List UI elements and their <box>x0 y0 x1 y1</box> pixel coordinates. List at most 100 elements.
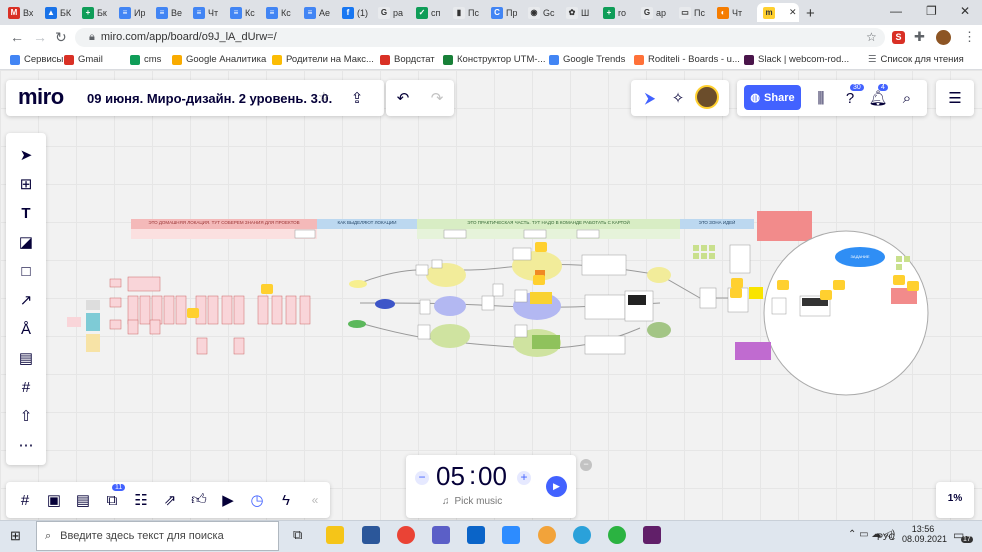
comment-icon[interactable] <box>907 281 919 291</box>
bookmark-item[interactable]: Gmail <box>64 54 103 65</box>
browser-tab[interactable]: ▭ Пс <box>679 3 705 22</box>
reactions-icon[interactable]: 👍︎ <box>188 489 210 511</box>
timer-minutes[interactable]: 05 <box>436 461 465 492</box>
teams-icon[interactable] <box>432 526 450 544</box>
back-icon[interactable]: ← <box>10 29 24 45</box>
bookmark-item[interactable]: Конструктор UTM-... <box>443 54 545 65</box>
bookmark-item[interactable]: Вордстат <box>380 54 435 65</box>
close-window-icon[interactable]: ✕ <box>960 4 970 18</box>
minimize-icon[interactable]: — <box>890 4 902 18</box>
chat-apps-icon[interactable]: ⧉ <box>101 489 123 511</box>
taskbar-search[interactable]: ⌕ Введите здесь текст для поиска <box>36 521 279 551</box>
presentation-icon[interactable]: ▣ <box>43 489 65 511</box>
help-icon[interactable]: ? <box>840 88 860 108</box>
browser-tab[interactable]: C Пр <box>491 3 517 22</box>
browser-tab[interactable]: ≡ Кс <box>266 3 291 22</box>
chrome-icon[interactable] <box>397 526 415 544</box>
browser-tab[interactable]: f (1) <box>342 3 368 22</box>
collapse-icon[interactable]: « <box>304 489 326 511</box>
comment-icon[interactable] <box>261 284 273 294</box>
celebrate-icon[interactable]: ✧ <box>668 88 688 108</box>
browser-tab[interactable]: M Вх <box>8 3 33 22</box>
browser-tab[interactable]: ◐ Чт <box>717 3 742 22</box>
voting-icon[interactable]: ϟ <box>275 489 297 511</box>
taskbar-clock[interactable]: 13:56 08.09.2021 <box>902 524 947 544</box>
comment-tool-icon[interactable]: ▤ <box>14 346 38 370</box>
pick-music[interactable]: ♫ Pick music <box>442 496 502 507</box>
slack-icon[interactable] <box>643 526 661 544</box>
timer-minus-button[interactable]: − <box>415 471 429 485</box>
browser-tab[interactable]: ≡ Ир <box>119 3 145 22</box>
video-call-icon[interactable]: ▶ <box>217 489 239 511</box>
comment-icon[interactable] <box>730 288 742 298</box>
user-avatar[interactable] <box>695 85 719 109</box>
telegram-icon[interactable] <box>573 526 591 544</box>
comment-icon[interactable] <box>820 290 832 300</box>
timer-start-button[interactable]: ▶ <box>546 476 567 497</box>
more-tools-icon[interactable]: ⋯ <box>14 433 38 457</box>
frame-tool-icon[interactable]: # <box>14 375 38 399</box>
timer-plus-button[interactable]: + <box>517 471 531 485</box>
file-explorer-icon[interactable] <box>326 526 344 544</box>
redo-icon[interactable]: ↷ <box>426 87 448 109</box>
browser-tab[interactable]: ≡ Чт <box>193 3 218 22</box>
browser-menu-icon[interactable]: ⋮ <box>963 29 976 45</box>
share-button[interactable]: ◍ Share <box>744 85 801 110</box>
bookmark-item[interactable]: Сервисы <box>10 54 63 65</box>
frames-icon[interactable]: # <box>14 489 36 511</box>
notification-bell-icon[interactable]: 🔔︎ <box>868 88 888 108</box>
browser-tab[interactable]: Gар <box>641 3 666 22</box>
comment-icon[interactable] <box>833 280 845 290</box>
timer-icon[interactable]: ◷ <box>246 489 268 511</box>
comment-icon[interactable] <box>187 308 199 318</box>
select-cursor-icon[interactable]: ➤ <box>14 143 38 167</box>
comment-icon[interactable] <box>893 275 905 285</box>
browser-tab[interactable]: + ro <box>603 3 626 22</box>
forward-icon[interactable]: → <box>33 29 47 45</box>
bookmark-item[interactable]: Google Trends <box>549 54 625 65</box>
comment-icon[interactable] <box>533 275 545 285</box>
board-title[interactable]: 09 июня. Миро-дизайн. 2 уровень. 3.0. <box>87 91 332 106</box>
comment-icon[interactable] <box>535 242 547 252</box>
favorite-star-icon[interactable]: ☆ <box>318 89 330 105</box>
browser-tab[interactable]: ✓ сп <box>416 3 440 22</box>
browser-tab[interactable]: ≡ Ае <box>304 3 330 22</box>
word-icon[interactable] <box>362 526 380 544</box>
undo-icon[interactable]: ↶ <box>392 87 414 109</box>
pen-tool-icon[interactable]: Å <box>14 317 38 341</box>
sticky-note-icon[interactable]: ◪ <box>14 230 38 254</box>
tab-close-icon[interactable]: ✕ <box>789 7 797 18</box>
extension-s-icon[interactable]: S <box>892 31 905 44</box>
bookmark-item[interactable]: cms <box>130 54 161 65</box>
bookmark-item[interactable]: Slack | webcom-rod... <box>744 54 849 65</box>
browser-tab[interactable]: ▮ Пс <box>453 3 479 22</box>
windows-start-icon[interactable]: ⊞ <box>10 528 21 544</box>
miro-logo[interactable]: miro <box>18 84 64 110</box>
bookmark-item[interactable]: Roditeli - Boards - u... <box>634 54 740 65</box>
keyboard-lang[interactable]: РУС <box>877 532 895 542</box>
browser-tab[interactable]: Gра <box>378 3 403 22</box>
bookmark-item[interactable]: Родители на Макс... <box>272 54 374 65</box>
browser-tab[interactable]: ≡ Кс <box>230 3 255 22</box>
export-upload-icon[interactable]: ⇪ <box>346 87 368 109</box>
profile-avatar[interactable] <box>936 30 951 45</box>
app-icon[interactable] <box>538 526 556 544</box>
share-screen-icon[interactable]: ⇗ <box>159 489 181 511</box>
cards-icon[interactable]: ☷ <box>130 489 152 511</box>
address-bar[interactable]: 🔒︎ miro.com/app/board/o9J_lA_dUrw=/ <box>75 28 885 47</box>
browser-tab[interactable]: + Бк <box>82 3 107 22</box>
shape-tool-icon[interactable]: □ <box>14 259 38 283</box>
whatsapp-icon[interactable] <box>608 526 626 544</box>
templates-icon[interactable]: ⊞ <box>14 172 38 196</box>
board-canvas[interactable]: ЭТО ДОМАШНЯЯ ЛОКАЦИЯ. ТУТ СОБЕРЕМ ЗНАНИЯ… <box>0 70 982 520</box>
browser-tab[interactable]: ▲ БК <box>45 3 71 22</box>
comment-icon[interactable] <box>777 280 789 290</box>
cursor-follow-icon[interactable]: ⮞ <box>640 88 660 108</box>
connector-arrow-icon[interactable]: ↗ <box>14 288 38 312</box>
outlook-icon[interactable] <box>467 526 485 544</box>
upload-icon[interactable]: ⇧ <box>14 404 38 428</box>
extensions-puzzle-icon[interactable]: ✚ <box>914 29 925 45</box>
bookmark-item[interactable]: Google Аналитика <box>172 54 266 65</box>
reading-list[interactable]: ☰ Список для чтения <box>868 54 964 65</box>
browser-tab[interactable]: ≡ Ве <box>156 3 182 22</box>
